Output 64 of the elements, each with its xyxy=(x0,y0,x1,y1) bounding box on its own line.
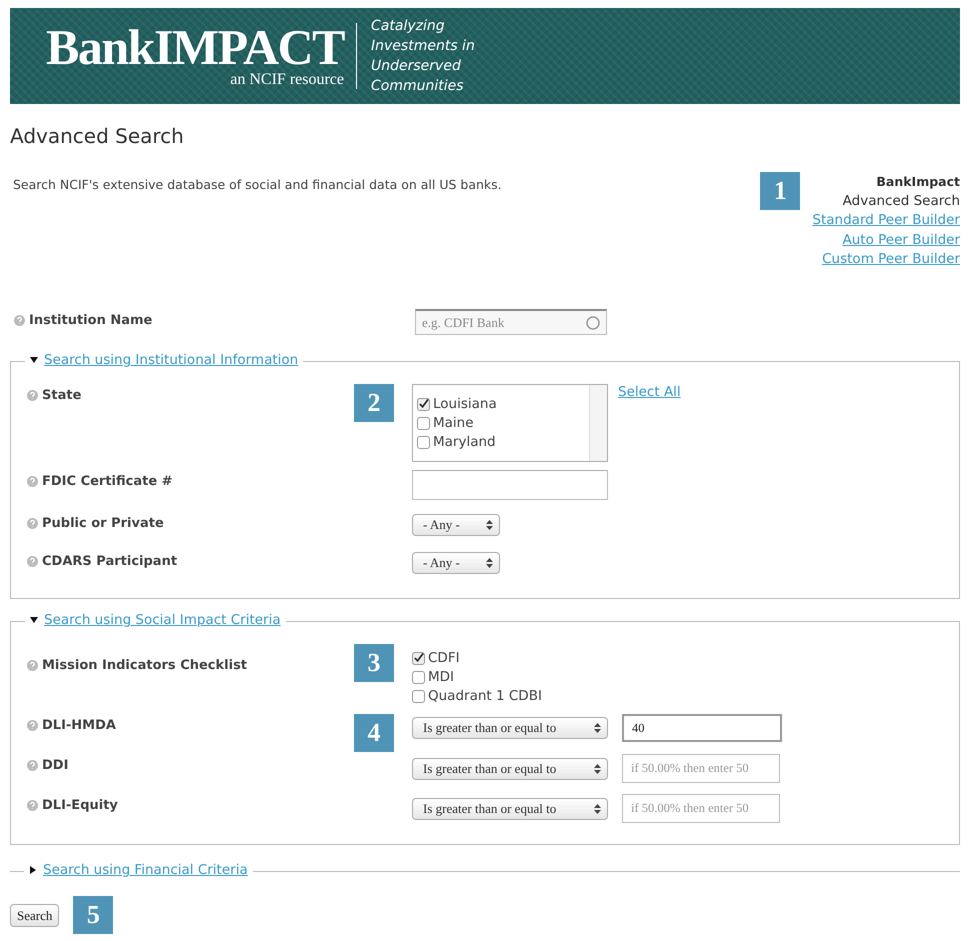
field-label: State xyxy=(27,384,340,403)
tagline: Underserved xyxy=(371,57,462,76)
select-arrows-icon xyxy=(594,764,601,774)
page-title: Advanced Search xyxy=(10,124,185,148)
operator-dropdown[interactable]: Is greater than or equal to xyxy=(412,758,608,780)
state-option[interactable]: Louisiana xyxy=(417,396,585,412)
field-label: Institution Name xyxy=(14,309,343,328)
checkbox[interactable] xyxy=(417,416,430,430)
help-icon[interactable] xyxy=(27,390,38,401)
field-label: DLI-Equity xyxy=(27,794,340,813)
scrollbar[interactable] xyxy=(589,385,607,461)
checkbox[interactable] xyxy=(412,690,425,702)
select-arrows-icon xyxy=(486,558,493,568)
checkbox[interactable] xyxy=(412,670,425,684)
field-label: DLI-HMDA xyxy=(27,714,340,733)
step-badge: 4 xyxy=(354,714,394,752)
help-icon[interactable] xyxy=(27,760,38,771)
help-icon[interactable] xyxy=(27,660,38,671)
search-spinner-icon xyxy=(586,316,600,330)
checkbox[interactable] xyxy=(417,436,430,448)
checkbox[interactable] xyxy=(412,652,425,664)
select-arrows-icon xyxy=(594,804,601,814)
help-icon[interactable] xyxy=(27,720,38,731)
help-icon[interactable] xyxy=(27,556,38,567)
step-badge: 5 xyxy=(73,896,114,934)
dropdown[interactable]: - Any - xyxy=(412,552,500,574)
text-field[interactable] xyxy=(412,470,608,500)
step-badge: 1 xyxy=(760,172,800,210)
select-arrows-icon xyxy=(594,723,601,733)
help-icon[interactable] xyxy=(27,476,38,487)
field-label: CDARS Participant xyxy=(27,550,340,569)
field-label: DDI xyxy=(27,754,340,773)
nav-current-item[interactable]: Advanced Search xyxy=(842,192,960,212)
operator-dropdown[interactable]: Is greater than or equal to xyxy=(412,798,608,820)
tagline: Investments in xyxy=(371,37,475,56)
state-listbox[interactable]: Louisiana Maine Maryland xyxy=(412,384,608,462)
search-button[interactable]: Search xyxy=(10,904,60,927)
nav-heading: BankImpact xyxy=(876,173,960,191)
checklist-option[interactable]: CDFI xyxy=(412,650,945,666)
expanded-triangle-icon[interactable] xyxy=(30,616,38,624)
tagline: Catalyzing xyxy=(371,17,446,36)
field-label: Public or Private xyxy=(27,512,340,531)
expanded-triangle-icon[interactable] xyxy=(30,356,38,364)
field-label: FDIC Certificate # xyxy=(27,470,340,489)
collapsed-triangle-icon[interactable] xyxy=(29,866,37,874)
tagline: Communities xyxy=(371,77,465,96)
logo[interactable]: BankIMPACT xyxy=(46,23,344,71)
help-icon[interactable] xyxy=(27,800,38,811)
dropdown[interactable]: - Any - xyxy=(412,514,500,536)
state-option[interactable]: Maryland xyxy=(417,434,585,450)
step-badge: 2 xyxy=(354,384,394,422)
select-arrows-icon xyxy=(486,520,493,530)
state-option[interactable]: Maine xyxy=(417,415,585,431)
checklist-option[interactable]: MDI xyxy=(412,669,945,685)
checkbox[interactable] xyxy=(417,398,430,410)
help-icon[interactable] xyxy=(14,315,25,326)
help-icon[interactable] xyxy=(27,518,38,529)
step-badge: 3 xyxy=(354,644,394,682)
intro-text: Search NCIF's extensive database of social and financial data on all US banks. xyxy=(13,177,502,194)
field-label: Mission Indicators Checklist xyxy=(27,644,340,673)
logo-subtitle: an NCIF resource xyxy=(230,71,344,89)
checklist-option[interactable]: Quadrant 1 CDBI xyxy=(412,688,945,704)
operator-dropdown[interactable]: Is greater than or equal to xyxy=(412,717,608,739)
value-field[interactable]: 40 xyxy=(622,714,782,742)
